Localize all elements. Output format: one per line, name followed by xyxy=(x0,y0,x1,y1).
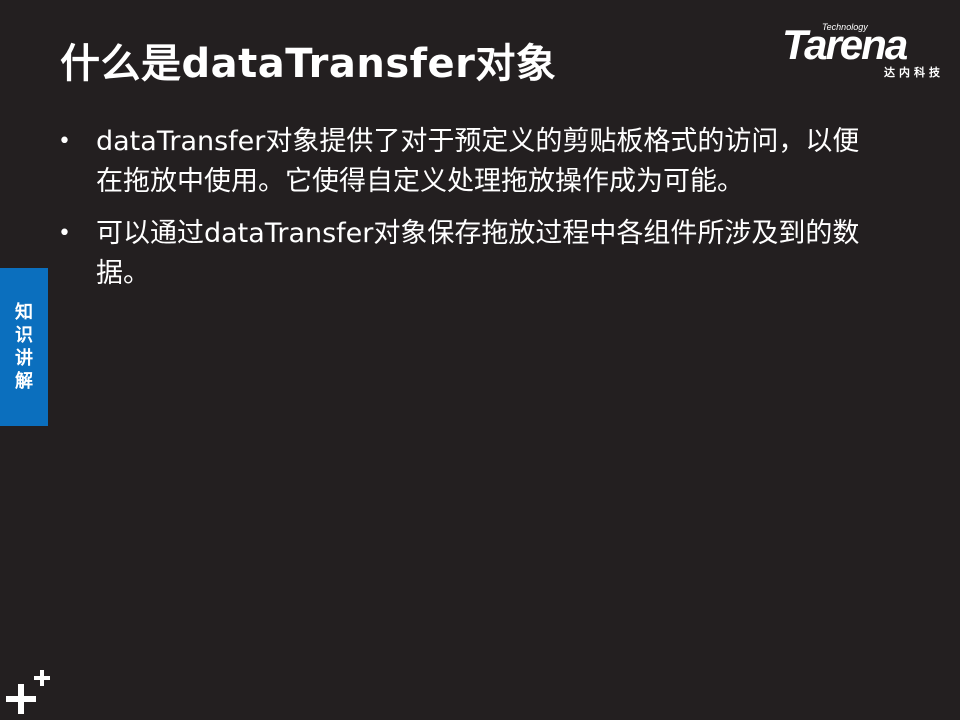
bullet-list: • dataTransfer对象提供了对于预定义的剪贴板格式的访问，以便在拖放中… xyxy=(58,122,878,306)
bullet-item: • 可以通过dataTransfer对象保存拖放过程中各组件所涉及到的数据。 xyxy=(58,214,878,294)
bullet-text: dataTransfer对象提供了对于预定义的剪贴板格式的访问，以便在拖放中使用… xyxy=(96,126,860,197)
bullet-item: • dataTransfer对象提供了对于预定义的剪贴板格式的访问，以便在拖放中… xyxy=(58,122,878,202)
side-tab-label: 知识讲解 xyxy=(15,302,33,392)
slide-title: 什么是dataTransfer对象 xyxy=(60,41,557,87)
plus-plus-icon xyxy=(6,670,50,714)
bullet-dot-icon: • xyxy=(58,221,71,246)
bullet-text: 可以通过dataTransfer对象保存拖放过程中各组件所涉及到的数据。 xyxy=(96,218,860,289)
tarena-logo: Technology Tarena 达内科技 xyxy=(782,22,944,82)
bullet-dot-icon: • xyxy=(58,129,71,154)
logo-wordmark: Tarena xyxy=(782,21,908,68)
section-side-tab: 知识讲解 xyxy=(0,268,48,426)
slide: 什么是dataTransfer对象 Technology Tarena 达内科技… xyxy=(0,0,960,720)
logo-chinese-name: 达内科技 xyxy=(884,66,944,79)
